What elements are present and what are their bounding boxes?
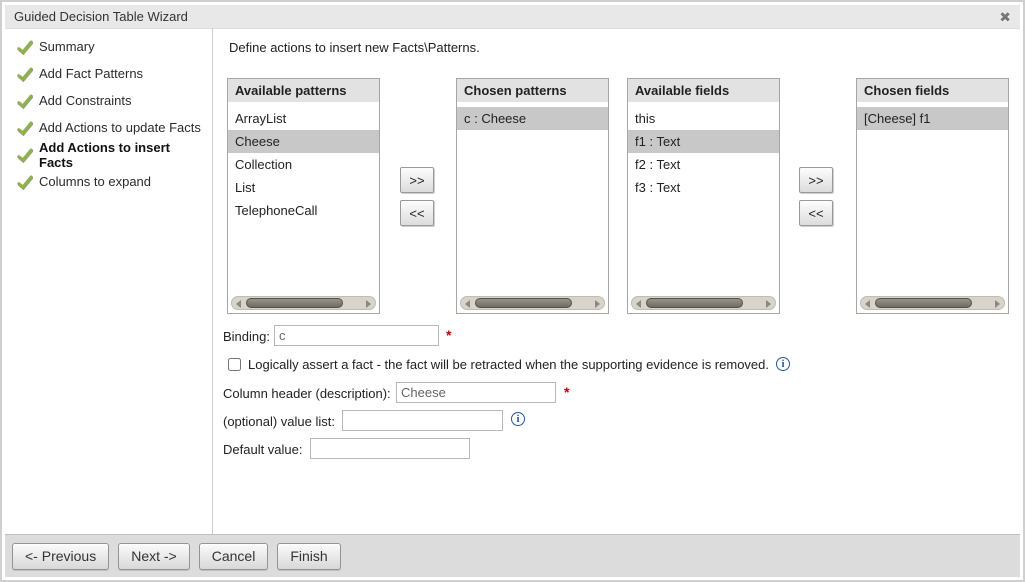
binding-row: Binding: * — [213, 325, 1020, 347]
required-asterisk: * — [564, 384, 569, 400]
column-header-row: Column header (description): * — [213, 382, 1020, 404]
cancel-button[interactable]: Cancel — [199, 543, 269, 570]
check-icon — [16, 174, 33, 190]
value-list-row: (optional) value list: i — [213, 410, 1020, 432]
scroll-left-icon[interactable] — [236, 300, 241, 308]
info-icon[interactable]: i — [776, 357, 790, 371]
list-item[interactable]: ArrayList — [228, 107, 379, 130]
scrollbar-thumb[interactable] — [246, 298, 343, 308]
binding-input[interactable] — [274, 325, 439, 346]
check-icon — [16, 120, 33, 136]
list-item[interactable]: f3 : Text — [628, 176, 779, 199]
horizontal-scrollbar[interactable] — [460, 296, 605, 310]
scroll-right-icon[interactable] — [995, 300, 1000, 308]
available-fields-listbox: Available fields this f1 : Text f2 : Tex… — [627, 78, 780, 314]
logical-assert-checkbox[interactable] — [228, 358, 241, 371]
chosen-fields-listbox: Chosen fields [Cheese] f1 — [856, 78, 1009, 314]
required-asterisk: * — [446, 327, 451, 343]
check-icon — [16, 147, 33, 163]
list-item[interactable]: Collection — [228, 153, 379, 176]
add-field-button[interactable]: >> — [799, 167, 833, 193]
horizontal-scrollbar[interactable] — [631, 296, 776, 310]
remove-field-button[interactable]: << — [799, 200, 833, 226]
instruction-text: Define actions to insert new Facts\Patte… — [229, 40, 480, 55]
default-value-input[interactable] — [310, 438, 470, 459]
listbox-body: ArrayList Cheese Collection List Telepho… — [228, 107, 379, 222]
check-icon — [16, 39, 33, 55]
info-icon[interactable]: i — [511, 412, 525, 426]
default-value-label: Default value: — [223, 442, 303, 457]
scroll-left-icon[interactable] — [465, 300, 470, 308]
column-header-label: Column header (description): — [223, 386, 391, 401]
listbox-header: Chosen patterns — [457, 79, 608, 102]
value-list-input[interactable] — [342, 410, 503, 431]
scroll-left-icon[interactable] — [636, 300, 641, 308]
sidebar-item-add-fact-patterns[interactable]: Add Fact Patterns — [5, 60, 212, 87]
binding-label: Binding: — [223, 329, 270, 344]
sidebar-item-add-actions-update[interactable]: Add Actions to update Facts — [5, 114, 212, 141]
step-label: Add Actions to update Facts — [39, 120, 201, 135]
check-icon — [16, 93, 33, 109]
listbox-header: Available patterns — [228, 79, 379, 102]
listbox-body: c : Cheese — [457, 107, 608, 130]
logical-assert-row: Logically assert a fact - the fact will … — [213, 355, 1020, 373]
dialog-body: Summary Add Fact Patterns Add Constraint… — [5, 28, 1020, 534]
sidebar-item-add-constraints[interactable]: Add Constraints — [5, 87, 212, 114]
dialog-title: Guided Decision Table Wizard — [14, 9, 188, 24]
available-patterns-listbox: Available patterns ArrayList Cheese Coll… — [227, 78, 380, 314]
previous-button[interactable]: <- Previous — [12, 543, 109, 570]
next-button[interactable]: Next -> — [118, 543, 190, 570]
scrollbar-thumb[interactable] — [875, 298, 972, 308]
listbox-header: Chosen fields — [857, 79, 1008, 102]
sidebar-item-summary[interactable]: Summary — [5, 33, 212, 60]
wizard-footer: <- Previous Next -> Cancel Finish — [5, 534, 1020, 577]
step-label: Summary — [39, 39, 95, 54]
pattern-field-pickers: Available patterns ArrayList Cheese Coll… — [227, 78, 1017, 314]
scroll-right-icon[interactable] — [766, 300, 771, 308]
list-item[interactable]: TelephoneCall — [228, 199, 379, 222]
listbox-header: Available fields — [628, 79, 779, 102]
scrollbar-thumb[interactable] — [646, 298, 743, 308]
remove-pattern-button[interactable]: << — [400, 200, 434, 226]
close-icon[interactable]: ✖ — [999, 10, 1011, 24]
list-item[interactable]: f1 : Text — [628, 130, 779, 153]
list-item[interactable]: c : Cheese — [457, 107, 608, 130]
pattern-transfer-buttons: >> << — [400, 167, 434, 226]
field-transfer-buttons: >> << — [799, 167, 833, 226]
step-label: Add Actions to insert Facts — [39, 140, 204, 170]
list-item[interactable]: this — [628, 107, 779, 130]
list-item[interactable]: Cheese — [228, 130, 379, 153]
sidebar-item-columns-to-expand[interactable]: Columns to expand — [5, 168, 212, 195]
step-label: Add Fact Patterns — [39, 66, 143, 81]
list-item[interactable]: f2 : Text — [628, 153, 779, 176]
horizontal-scrollbar[interactable] — [860, 296, 1005, 310]
step-content: Define actions to insert new Facts\Patte… — [213, 28, 1020, 534]
wizard-dialog: Guided Decision Table Wizard ✖ Summary A… — [0, 0, 1025, 582]
scrollbar-thumb[interactable] — [475, 298, 572, 308]
logical-assert-label: Logically assert a fact - the fact will … — [248, 357, 769, 372]
value-list-label: (optional) value list: — [223, 414, 335, 429]
scroll-left-icon[interactable] — [865, 300, 870, 308]
sidebar-item-add-actions-insert[interactable]: Add Actions to insert Facts — [5, 141, 212, 168]
listbox-body: this f1 : Text f2 : Text f3 : Text — [628, 107, 779, 199]
list-item[interactable]: List — [228, 176, 379, 199]
add-pattern-button[interactable]: >> — [400, 167, 434, 193]
listbox-body: [Cheese] f1 — [857, 107, 1008, 130]
scroll-right-icon[interactable] — [366, 300, 371, 308]
check-icon — [16, 66, 33, 82]
finish-button[interactable]: Finish — [277, 543, 340, 570]
scroll-right-icon[interactable] — [595, 300, 600, 308]
default-value-row: Default value: — [213, 438, 1020, 460]
horizontal-scrollbar[interactable] — [231, 296, 376, 310]
list-item[interactable]: [Cheese] f1 — [857, 107, 1008, 130]
wizard-steps-sidebar: Summary Add Fact Patterns Add Constraint… — [5, 28, 213, 534]
chosen-patterns-listbox: Chosen patterns c : Cheese — [456, 78, 609, 314]
title-bar: Guided Decision Table Wizard ✖ — [5, 5, 1020, 28]
step-label: Add Constraints — [39, 93, 132, 108]
column-header-input[interactable] — [396, 382, 556, 403]
step-label: Columns to expand — [39, 174, 151, 189]
